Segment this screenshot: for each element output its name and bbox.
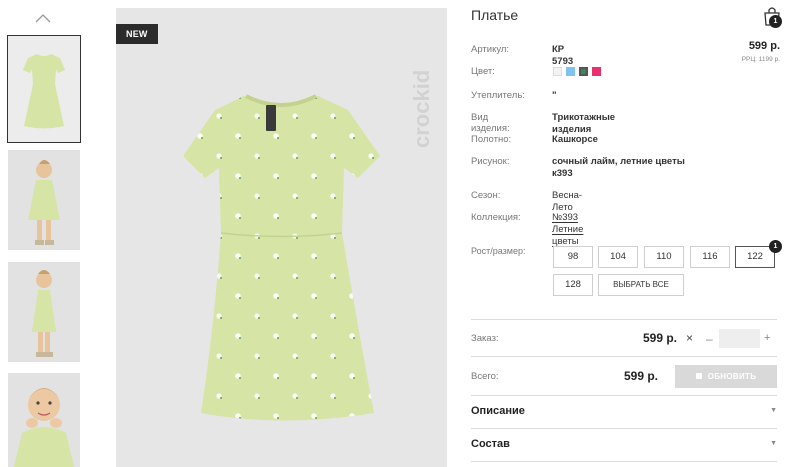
divider [471,428,777,429]
composition-accordion[interactable]: Состав ▼ [471,438,777,456]
print-value: сочный лайм, летние цветы к393 [552,156,752,180]
thumbnail-2[interactable] [8,150,80,250]
attr-label: Цвет: [471,66,495,77]
dress-illustration [183,94,380,421]
refresh-label: ОБНОВИТЬ [707,372,757,381]
thumbnails-up-arrow-icon[interactable] [33,10,53,26]
chevron-down-icon: ▼ [770,407,777,414]
cart-count-badge: 1 [769,15,782,28]
print-value-line2: к393 [552,168,573,179]
collection-link[interactable]: №393 Летние цветы [552,212,583,248]
thumbnail-model-image [8,150,80,250]
description-accordion[interactable]: Описание ▼ [471,405,777,423]
total-price: 599 р. [624,369,659,383]
accordion-title: Описание [471,405,525,417]
dress-label-tag [266,105,276,131]
attr-label: Полотно: [471,134,512,145]
quantity-plus-button[interactable]: + [764,332,770,344]
thumbnail-1[interactable] [7,35,81,143]
attr-label: Сезон: [471,190,501,201]
product-title: Платье [471,7,519,23]
print-value-line1: сочный лайм, летние цветы [552,156,685,167]
sizes-label: Рост/размер: [471,246,526,256]
crockid-logo-icon: crockid [409,70,434,148]
order-label: Заказ: [471,333,499,344]
article-value: КР 5793 [552,44,574,67]
size-option-104[interactable]: 104 [598,246,638,268]
chevron-down-icon: ▼ [770,440,777,447]
color-swatch-light-blue[interactable] [566,67,575,76]
divider [471,319,777,320]
size-option-98[interactable]: 98 [553,246,593,268]
product-type-value: Трикотажные изделия [552,112,616,135]
thumbnail-model-side-image [8,262,80,362]
quantity-minus-button[interactable]: – [706,332,713,346]
attr-label: Артикул: [471,44,510,55]
attr-label: Вид изделия: [471,112,510,134]
divider [471,461,777,462]
quantity-input[interactable] [719,329,760,348]
total-label: Всего: [471,371,499,382]
color-swatch-green[interactable] [579,67,588,76]
thumbnail-dress-image [8,36,80,142]
accordion-title: Состав [471,438,510,450]
size-option-128[interactable]: 128 [553,274,593,296]
size-selected-count-badge: 1 [769,240,782,253]
order-price: 599 р. [643,331,678,345]
attr-label: Утеплитель: [471,90,525,101]
main-product-image[interactable]: NEW crockid [116,8,447,467]
thumbnail-model-closeup-image [8,373,80,467]
insulation-value: " [552,90,557,101]
size-option-110[interactable]: 110 [644,246,684,268]
refresh-square-icon [695,373,702,379]
thumbnail-3[interactable] [8,262,80,362]
product-info-panel: Платье 1 Артикул: КР 5793 599 р. РРЦ: 11… [471,0,800,467]
select-all-sizes-button[interactable]: ВЫБРАТЬ ВСЕ [598,274,684,296]
brand-text: crockid [409,70,434,148]
divider [471,395,777,396]
refresh-button[interactable]: ОБНОВИТЬ [675,365,777,388]
thumbnail-4[interactable] [8,373,80,467]
new-badge: NEW [116,24,158,44]
divider [471,356,777,357]
color-swatch-pink[interactable] [592,67,601,76]
attr-label: Коллекция: [471,212,521,223]
season-value: Весна-Лето [552,190,583,213]
recommended-price: РРЦ: 1199 р. [741,56,780,63]
product-price: 599 р. [748,40,780,52]
attr-label: Рисунок: [471,156,510,167]
remove-order-close-icon[interactable]: × [686,331,693,345]
color-swatch-white[interactable] [553,67,562,76]
fabric-value: Кашкорсе [552,134,598,145]
size-option-116[interactable]: 116 [690,246,730,268]
